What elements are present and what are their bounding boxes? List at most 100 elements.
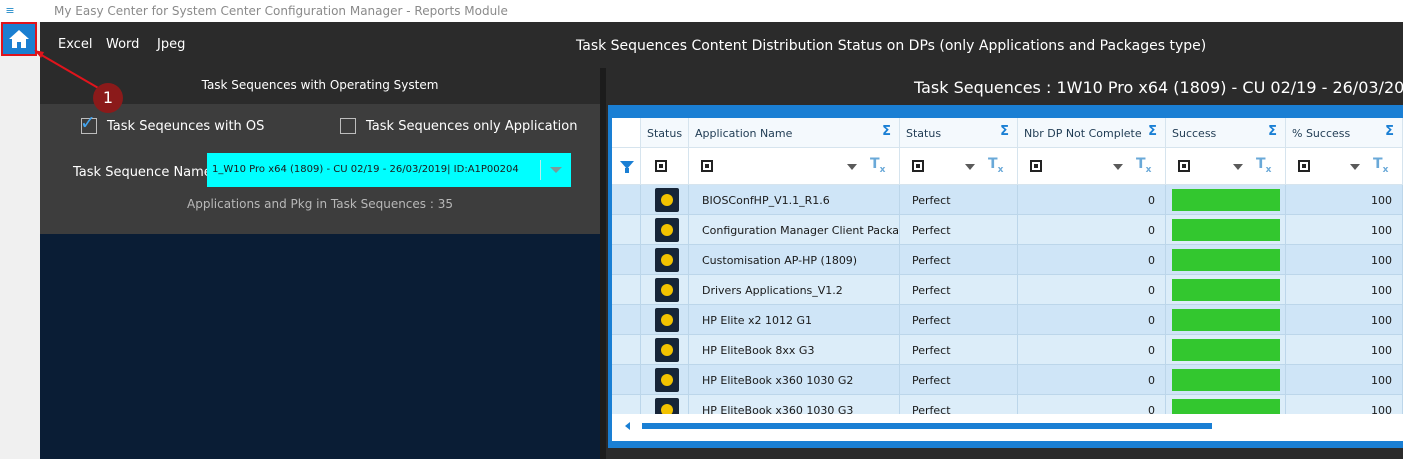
- cell-pct-success[interactable]: 100: [1286, 275, 1403, 305]
- filter-cell-status-icon[interactable]: [641, 148, 689, 185]
- cell-nbr-dp[interactable]: 0: [1018, 335, 1166, 365]
- column-header-nbr-dp[interactable]: Nbr DP Not Complete Σ: [1018, 118, 1166, 148]
- filter-dropdown-icon[interactable]: [847, 164, 857, 170]
- row-selector[interactable]: [612, 335, 641, 365]
- panel-splitter[interactable]: [600, 68, 606, 459]
- column-header-status[interactable]: Status Σ: [900, 118, 1018, 148]
- horizontal-scrollbar[interactable]: [612, 414, 1403, 441]
- filter-operator-icon[interactable]: [1030, 160, 1042, 172]
- filter-dropdown-icon[interactable]: [965, 164, 975, 170]
- cell-nbr-dp[interactable]: 0: [1018, 305, 1166, 335]
- cell-application-name[interactable]: Customisation AP-HP (1809): [689, 245, 900, 275]
- cell-status-icon[interactable]: [641, 185, 689, 215]
- cell-application-name[interactable]: HP EliteBook 8xx G3: [689, 335, 900, 365]
- cell-pct-success[interactable]: 100: [1286, 365, 1403, 395]
- chevron-down-icon[interactable]: [550, 167, 562, 173]
- table-row[interactable]: HP EliteBook x360 1030 G2 Perfect 0 100: [612, 365, 1403, 395]
- cell-status[interactable]: Perfect: [900, 305, 1018, 335]
- scrollbar-thumb[interactable]: [642, 423, 1212, 429]
- menu-excel[interactable]: Excel: [58, 37, 92, 52]
- checkbox-ts-only-application[interactable]: Task Sequences only Application: [340, 118, 578, 134]
- cell-pct-success[interactable]: 100: [1286, 215, 1403, 245]
- home-button[interactable]: [1, 22, 37, 56]
- sum-icon[interactable]: Σ: [1268, 124, 1277, 139]
- cell-status-icon[interactable]: [641, 245, 689, 275]
- cell-application-name[interactable]: HP EliteBook x360 1030 G2: [689, 365, 900, 395]
- table-row[interactable]: BIOSConfHP_V1.1_R1.6 Perfect 0 100: [612, 185, 1403, 215]
- column-header-pct-success[interactable]: % Success Σ: [1286, 118, 1403, 148]
- clear-filter-icon[interactable]: Tx: [988, 156, 1003, 175]
- cell-nbr-dp[interactable]: 0: [1018, 215, 1166, 245]
- filter-operator-icon[interactable]: [655, 160, 667, 172]
- filter-cell-application-name[interactable]: Tx: [689, 148, 900, 185]
- filter-operator-icon[interactable]: [912, 160, 924, 172]
- filter-cell-status[interactable]: Tx: [900, 148, 1018, 185]
- clear-filter-icon[interactable]: Tx: [870, 156, 885, 175]
- row-selector[interactable]: [612, 275, 641, 305]
- cell-success[interactable]: [1166, 275, 1286, 305]
- filter-operator-icon[interactable]: [1298, 160, 1310, 172]
- clear-filter-icon[interactable]: Tx: [1373, 156, 1388, 175]
- table-row[interactable]: Configuration Manager Client Package Perf…: [612, 215, 1403, 245]
- cell-pct-success[interactable]: 100: [1286, 245, 1403, 275]
- row-selector[interactable]: [612, 215, 641, 245]
- cell-status[interactable]: Perfect: [900, 215, 1018, 245]
- menu-jpeg[interactable]: Jpeg: [157, 37, 185, 52]
- sum-icon[interactable]: Σ: [882, 124, 891, 139]
- cell-success[interactable]: [1166, 245, 1286, 275]
- cell-application-name[interactable]: BIOSConfHP_V1.1_R1.6: [689, 185, 900, 215]
- column-header-status-icon[interactable]: Status: [641, 118, 689, 148]
- cell-status[interactable]: Perfect: [900, 185, 1018, 215]
- cell-application-name[interactable]: Configuration Manager Client Package: [689, 215, 900, 245]
- filter-dropdown-icon[interactable]: [1113, 164, 1123, 170]
- cell-application-name[interactable]: Drivers Applications_V1.2: [689, 275, 900, 305]
- cell-status-icon[interactable]: [641, 365, 689, 395]
- cell-application-name[interactable]: HP Elite x2 1012 G1: [689, 305, 900, 335]
- filter-operator-icon[interactable]: [1178, 160, 1190, 172]
- cell-nbr-dp[interactable]: 0: [1018, 185, 1166, 215]
- cell-status-icon[interactable]: [641, 335, 689, 365]
- cell-nbr-dp[interactable]: 0: [1018, 245, 1166, 275]
- filter-cell-success[interactable]: Tx: [1166, 148, 1286, 185]
- sum-icon[interactable]: Σ: [1000, 124, 1009, 139]
- cell-status-icon[interactable]: [641, 275, 689, 305]
- filter-cell-pct-success[interactable]: Tx: [1286, 148, 1403, 185]
- checkbox-box[interactable]: [340, 118, 356, 134]
- clear-filter-icon[interactable]: Tx: [1136, 156, 1151, 175]
- cell-success[interactable]: [1166, 215, 1286, 245]
- sum-icon[interactable]: Σ: [1148, 124, 1157, 139]
- ts-name-combobox[interactable]: 1_W10 Pro x64 (1809) - CU 02/19 - 26/03/…: [207, 153, 571, 187]
- table-row[interactable]: HP EliteBook 8xx G3 Perfect 0 100: [612, 335, 1403, 365]
- cell-pct-success[interactable]: 100: [1286, 335, 1403, 365]
- filter-funnel-icon[interactable]: [620, 161, 634, 173]
- row-selector[interactable]: [612, 245, 641, 275]
- cell-nbr-dp[interactable]: 0: [1018, 275, 1166, 305]
- clear-filter-icon[interactable]: Tx: [1256, 156, 1271, 175]
- row-selector[interactable]: [612, 305, 641, 335]
- scroll-left-icon[interactable]: [625, 422, 630, 430]
- filter-row-header[interactable]: [612, 148, 641, 185]
- cell-success[interactable]: [1166, 185, 1286, 215]
- row-selector[interactable]: [612, 185, 641, 215]
- table-row[interactable]: Customisation AP-HP (1809) Perfect 0 100: [612, 245, 1403, 275]
- filter-dropdown-icon[interactable]: [1233, 164, 1243, 170]
- cell-status[interactable]: Perfect: [900, 365, 1018, 395]
- filter-operator-icon[interactable]: [701, 160, 713, 172]
- cell-status[interactable]: Perfect: [900, 245, 1018, 275]
- table-row[interactable]: Drivers Applications_V1.2 Perfect 0 100: [612, 275, 1403, 305]
- cell-success[interactable]: [1166, 305, 1286, 335]
- column-header-success[interactable]: Success Σ: [1166, 118, 1286, 148]
- cell-pct-success[interactable]: 100: [1286, 185, 1403, 215]
- filter-cell-nbr-dp[interactable]: Tx: [1018, 148, 1166, 185]
- cell-status[interactable]: Perfect: [900, 335, 1018, 365]
- cell-status[interactable]: Perfect: [900, 275, 1018, 305]
- row-selector[interactable]: [612, 365, 641, 395]
- menu-word[interactable]: Word: [106, 37, 139, 52]
- checkbox-ts-with-os[interactable]: ✓ Task Seqeunces with OS: [80, 113, 264, 134]
- table-row[interactable]: HP Elite x2 1012 G1 Perfect 0 100: [612, 305, 1403, 335]
- checkbox-box[interactable]: ✓: [80, 113, 97, 134]
- filter-dropdown-icon[interactable]: [1350, 164, 1360, 170]
- cell-nbr-dp[interactable]: 0: [1018, 365, 1166, 395]
- cell-pct-success[interactable]: 100: [1286, 305, 1403, 335]
- sum-icon[interactable]: Σ: [1385, 124, 1394, 139]
